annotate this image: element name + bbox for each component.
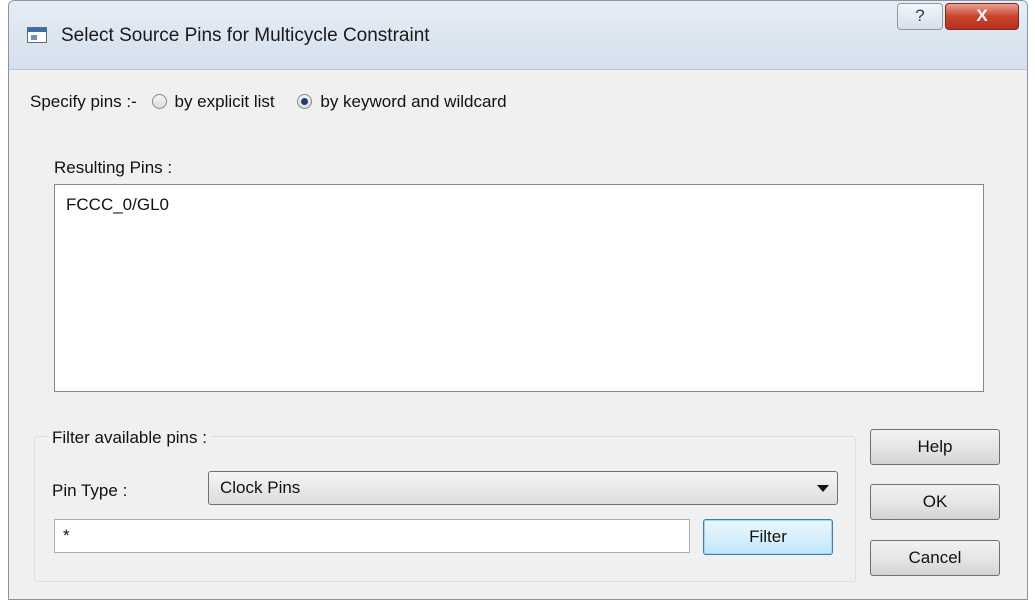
dialog-window-icon — [27, 27, 47, 43]
help-button[interactable]: Help — [870, 429, 1000, 465]
ok-button[interactable]: OK — [870, 484, 1000, 520]
radio-keyword-wildcard-label[interactable]: by keyword and wildcard — [320, 92, 506, 111]
filter-group-box — [34, 436, 856, 582]
pin-type-dropdown[interactable]: Clock Pins — [208, 471, 838, 505]
resulting-pins-label: Resulting Pins : — [54, 158, 173, 177]
chevron-down-icon[interactable] — [817, 485, 829, 492]
cancel-button[interactable]: Cancel — [870, 540, 1000, 576]
radio-keyword-wildcard[interactable] — [297, 94, 313, 109]
title-bar: Select Source Pins for Multicycle Constr… — [9, 1, 1027, 70]
filter-button[interactable]: Filter — [703, 519, 833, 555]
radio-explicit-list-label[interactable]: by explicit list — [175, 92, 275, 111]
specify-pins-row: Specify pins :- by explicit list by keyw… — [30, 92, 507, 112]
question-mark-icon: ? — [915, 6, 925, 25]
list-item[interactable]: FCCC_0/GL0 — [66, 195, 972, 215]
filter-pattern-input[interactable] — [54, 519, 690, 553]
filter-group-label: Filter available pins : — [48, 428, 211, 448]
specify-pins-label: Specify pins :- — [30, 92, 137, 111]
resulting-pins-list[interactable]: FCCC_0/GL0 — [54, 184, 984, 392]
close-x-icon: X — [976, 6, 988, 25]
close-button[interactable]: X — [945, 3, 1019, 30]
title-help-button[interactable]: ? — [897, 3, 943, 30]
pin-type-value: Clock Pins — [220, 478, 301, 497]
pin-type-label: Pin Type : — [52, 481, 128, 500]
dialog-title: Select Source Pins for Multicycle Constr… — [61, 25, 430, 46]
radio-explicit-list[interactable] — [151, 94, 167, 109]
